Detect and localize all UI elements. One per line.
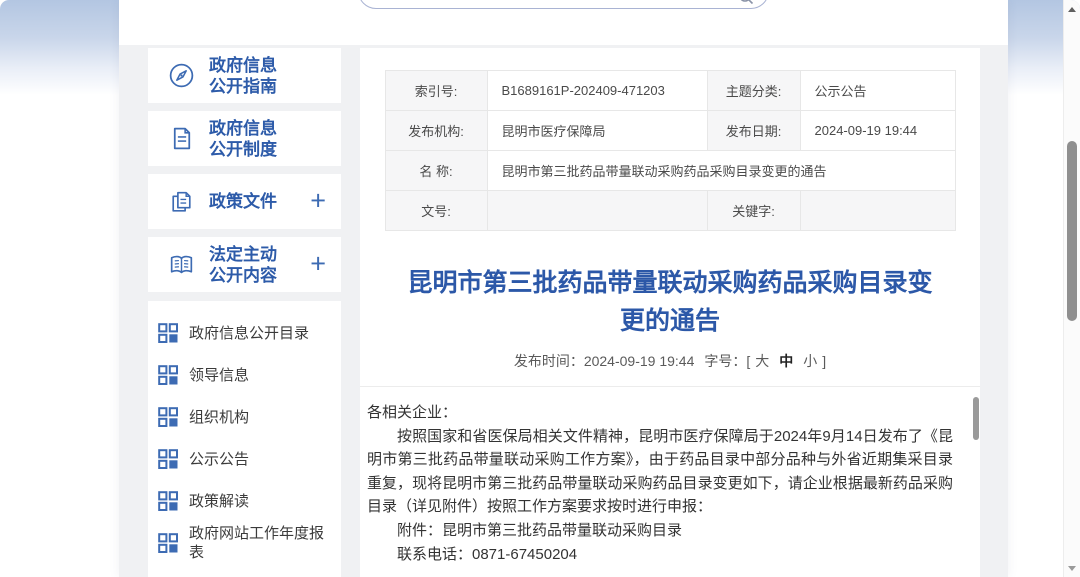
sidebar-item-public-announcements[interactable]: 公示公告 — [156, 438, 333, 480]
grid-icon — [156, 531, 180, 555]
pages-icon — [167, 187, 196, 216]
publishing-org-value: 昆明市医疗保障局 — [487, 111, 707, 151]
grid-icon — [156, 447, 180, 471]
keyword-label: 关键字: — [707, 191, 800, 231]
topic-category-value: 公示公告 — [800, 71, 955, 111]
topic-category-label: 主题分类: — [707, 71, 800, 111]
main-container: 政府信息公开指南 政府信息公开制度 政策文件 + 法定主动公开内容 — [119, 0, 1008, 577]
body-salutation: 各相关企业： — [367, 401, 953, 425]
desktop-background: 政府信息公开指南 政府信息公开制度 政策文件 + 法定主动公开内容 — [0, 0, 1080, 577]
article-title: 昆明市第三批药品带量联动采购药品采购目录变更的通告 — [404, 264, 936, 340]
sidebar-item-label: 组织机构 — [189, 408, 249, 427]
search-input[interactable] — [375, 0, 725, 4]
page-background: 政府信息公开指南 政府信息公开制度 政策文件 + 法定主动公开内容 — [0, 0, 1080, 577]
sidebar-item-gov-info-catalog[interactable]: 政府信息公开目录 — [156, 312, 333, 354]
document-number-label: 文号: — [385, 191, 487, 231]
sidebar-item-label: 政策解读 — [189, 492, 249, 511]
document-number-value — [487, 191, 707, 231]
sidebar-item-policy-files[interactable]: 政策文件 + — [148, 174, 341, 229]
grid-icon — [156, 489, 180, 513]
index-number-label: 索引号: — [385, 71, 487, 111]
article-card: 索引号: B1689161P-202409-471203 主题分类: 公示公告 … — [360, 48, 980, 577]
sidebar-item-gov-info-system[interactable]: 政府信息公开制度 — [148, 111, 341, 166]
article-scrollbar-thumb[interactable] — [973, 397, 979, 440]
sidebar-item-organization[interactable]: 组织机构 — [156, 396, 333, 438]
font-size-label: 字号： — [704, 353, 746, 369]
sidebar-item-label: 政策文件 — [209, 191, 287, 212]
publish-time-value: 2024-09-19 19:44 — [584, 353, 695, 369]
bracket-close: ] — [822, 353, 826, 369]
sidebar-item-gov-info-guide[interactable]: 政府信息公开指南 — [148, 48, 341, 103]
sidebar-item-label: 政府信息公开指南 — [209, 55, 287, 97]
sidebar-item-label: 政府信息公开目录 — [189, 324, 309, 343]
book-icon — [167, 250, 196, 279]
sidebar-item-label: 领导信息 — [189, 366, 249, 385]
document-name-value: 昆明市第三批药品带量联动采购药品采购目录变更的通告 — [487, 151, 955, 191]
font-size-large-button[interactable]: 大 — [755, 353, 769, 369]
scroll-up-icon[interactable] — [1068, 7, 1076, 12]
sidebar-item-label: 政府网站工作年度报表 — [189, 524, 333, 562]
sidebar-item-leadership-info[interactable]: 领导信息 — [156, 354, 333, 396]
keyword-value — [800, 191, 955, 231]
sidebar-item-label: 公示公告 — [189, 450, 249, 469]
sidebar-item-policy-interpretation[interactable]: 政策解读 — [156, 480, 333, 522]
index-number-value: B1689161P-202409-471203 — [487, 71, 707, 111]
table-row: 发布机构: 昆明市医疗保障局 发布日期: 2024-09-19 19:44 — [385, 111, 955, 151]
article-meta-line: 发布时间：2024-09-19 19:44 字号：[ 大中小] — [360, 351, 980, 371]
body-paragraph: 按照国家和省医保局相关文件精神，昆明市医疗保障局于2024年9月14日发布了《昆… — [367, 425, 953, 519]
sidebar-item-label: 政府信息公开制度 — [209, 118, 287, 160]
grid-icon — [156, 321, 180, 345]
sidebar-list: 政府信息公开目录 领导信息 组织机构 公示公告 政策解读 — [148, 301, 341, 577]
body-phone: 联系电话：0871-67450204 — [367, 543, 953, 567]
body-attachment: 附件：昆明市第三批药品带量联动采购目录 — [367, 519, 953, 543]
article-meta-table: 索引号: B1689161P-202409-471203 主题分类: 公示公告 … — [385, 70, 956, 231]
search-box[interactable] — [358, 0, 769, 9]
search-icon[interactable] — [738, 0, 754, 5]
publish-date-label: 发布日期: — [707, 111, 800, 151]
expand-plus-icon[interactable]: + — [310, 250, 326, 277]
grid-icon — [156, 363, 180, 387]
article-body: 各相关企业： 按照国家和省医保局相关文件精神，昆明市医疗保障局于2024年9月1… — [360, 387, 980, 566]
scrollbar-thumb[interactable] — [1067, 141, 1077, 321]
compass-icon — [167, 61, 196, 90]
publishing-org-label: 发布机构: — [385, 111, 487, 151]
font-size-medium-button[interactable]: 中 — [779, 353, 793, 369]
table-row: 文号: 关键字: — [385, 191, 955, 231]
publish-time-label: 发布时间： — [514, 353, 584, 369]
publish-date-value: 2024-09-19 19:44 — [800, 111, 955, 151]
document-icon — [167, 124, 196, 153]
scroll-down-icon[interactable] — [1068, 566, 1076, 571]
font-size-small-button[interactable]: 小 — [803, 353, 817, 369]
bracket-open: [ — [746, 353, 750, 369]
grid-icon — [156, 405, 180, 429]
document-name-label: 名 称: — [385, 151, 487, 191]
sidebar-item-label: 法定主动公开内容 — [209, 244, 287, 286]
sidebar-item-annual-report[interactable]: 政府网站工作年度报表 — [156, 522, 333, 564]
sidebar: 政府信息公开指南 政府信息公开制度 政策文件 + 法定主动公开内容 — [148, 48, 341, 577]
table-row: 名 称: 昆明市第三批药品带量联动采购药品采购目录变更的通告 — [385, 151, 955, 191]
browser-scrollbar[interactable] — [1063, 0, 1080, 577]
expand-plus-icon[interactable]: + — [310, 187, 326, 214]
table-row: 索引号: B1689161P-202409-471203 主题分类: 公示公告 — [385, 71, 955, 111]
sidebar-item-statutory-disclosure[interactable]: 法定主动公开内容 + — [148, 237, 341, 292]
